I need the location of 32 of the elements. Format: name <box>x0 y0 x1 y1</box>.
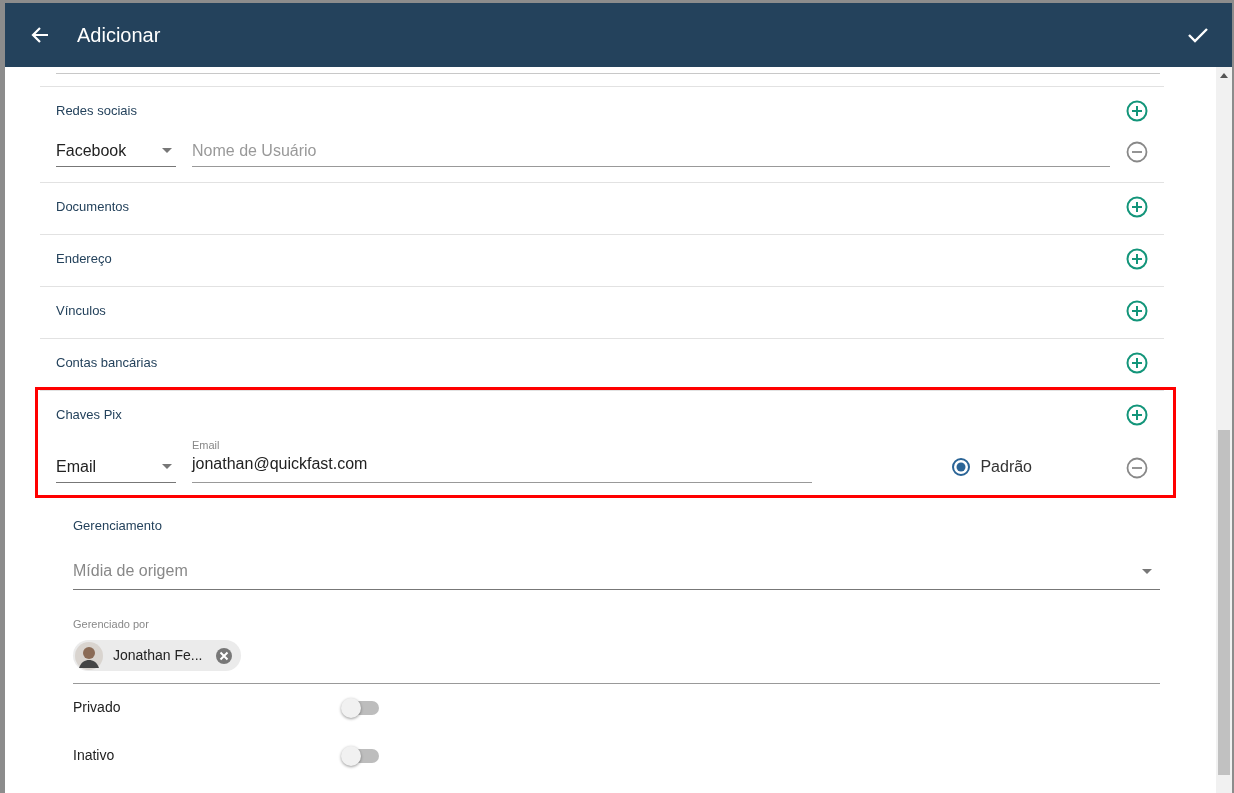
section-title: Gerenciamento <box>73 517 163 536</box>
page-title: Adicionar <box>77 23 161 48</box>
add-icon[interactable] <box>1126 196 1148 218</box>
add-icon[interactable] <box>1126 248 1148 270</box>
field-label: Gerenciado por <box>73 616 150 632</box>
input-field[interactable]: Email jonathan@quickfast.com <box>192 439 812 484</box>
type-select[interactable]: Facebook <box>56 135 176 167</box>
section-title: Endereço <box>56 250 112 269</box>
add-icon[interactable] <box>1126 352 1148 374</box>
section-title: Contas bancárias <box>56 354 158 373</box>
remove-icon[interactable] <box>1126 457 1148 480</box>
default-radio[interactable]: Padrão <box>952 451 1032 484</box>
origin-select[interactable]: Mídia de origem <box>73 553 1160 590</box>
add-icon[interactable] <box>1126 100 1148 122</box>
toggle-label: Inativo <box>73 746 116 766</box>
scrollbar[interactable] <box>1216 67 1232 793</box>
toggle-switch[interactable] <box>343 748 379 763</box>
section-title: Redes sociais <box>56 102 137 121</box>
section-title: Chaves Pix <box>56 406 122 425</box>
avatar <box>75 641 103 670</box>
toggle-switch[interactable] <box>343 700 379 715</box>
radio-icon <box>952 458 971 477</box>
add-icon[interactable] <box>1126 300 1148 322</box>
type-select[interactable]: Email <box>56 451 176 484</box>
confirm-check-icon[interactable] <box>1188 27 1208 43</box>
toggle-label: Privado <box>73 698 122 718</box>
section-title: Vínculos <box>56 302 106 321</box>
person-chip[interactable]: Jonathan Fe... <box>73 640 241 672</box>
back-arrow-icon[interactable] <box>31 26 49 44</box>
remove-icon[interactable] <box>1126 141 1148 163</box>
section-title: Documentos <box>56 198 129 217</box>
add-icon[interactable] <box>1126 404 1148 426</box>
